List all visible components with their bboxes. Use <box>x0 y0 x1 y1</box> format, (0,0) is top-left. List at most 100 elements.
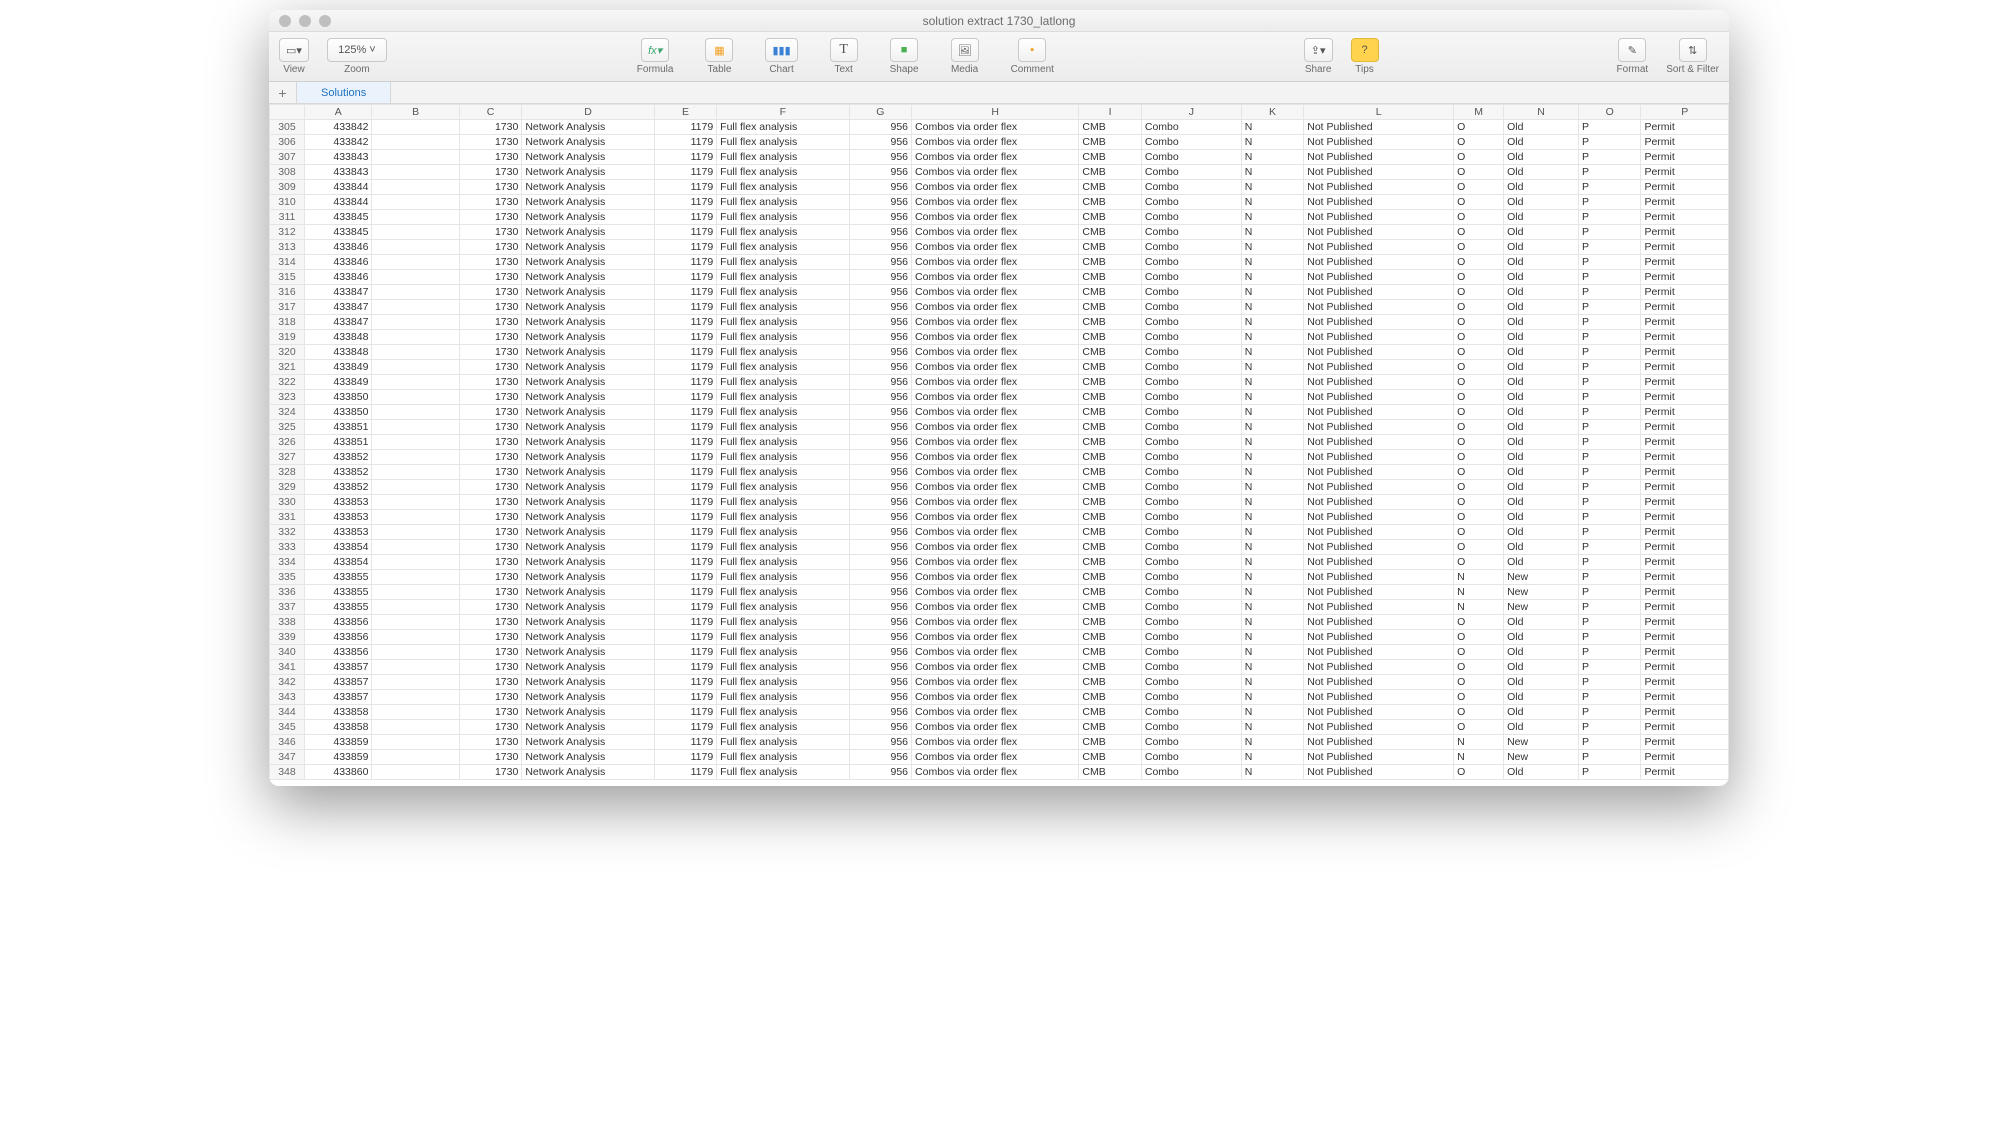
cell[interactable]: P <box>1579 330 1641 345</box>
cell[interactable]: Combo <box>1141 765 1241 780</box>
cell[interactable]: Network Analysis <box>522 705 654 720</box>
column-header-K[interactable]: K <box>1241 105 1303 120</box>
cell[interactable]: Combos via order flex <box>912 555 1079 570</box>
cell[interactable]: Not Published <box>1304 420 1454 435</box>
cell[interactable] <box>372 555 459 570</box>
close-window-icon[interactable] <box>279 15 291 27</box>
cell[interactable]: Permit <box>1641 705 1729 720</box>
cell[interactable]: Combo <box>1141 195 1241 210</box>
cell[interactable]: Not Published <box>1304 120 1454 135</box>
cell[interactable]: Combo <box>1141 645 1241 660</box>
cell[interactable]: 956 <box>849 120 911 135</box>
cell[interactable]: CMB <box>1079 615 1141 630</box>
cell[interactable]: O <box>1454 225 1504 240</box>
cell[interactable]: Not Published <box>1304 600 1454 615</box>
cell[interactable]: Old <box>1504 765 1579 780</box>
cell[interactable]: 1179 <box>654 465 716 480</box>
cell[interactable]: Full flex analysis <box>717 360 849 375</box>
cell[interactable]: Network Analysis <box>522 390 654 405</box>
cell[interactable]: Permit <box>1641 420 1729 435</box>
cell[interactable]: 433848 <box>304 330 371 345</box>
cell[interactable]: O <box>1454 315 1504 330</box>
cell[interactable]: Permit <box>1641 765 1729 780</box>
cell[interactable]: 956 <box>849 540 911 555</box>
cell[interactable]: Combo <box>1141 720 1241 735</box>
cell[interactable]: O <box>1454 360 1504 375</box>
cell[interactable]: Combos via order flex <box>912 300 1079 315</box>
cell[interactable] <box>372 180 459 195</box>
cell[interactable]: Old <box>1504 135 1579 150</box>
cell[interactable]: Combos via order flex <box>912 705 1079 720</box>
cell[interactable]: 1179 <box>654 240 716 255</box>
cell[interactable]: Network Analysis <box>522 540 654 555</box>
cell[interactable]: P <box>1579 255 1641 270</box>
cell[interactable]: CMB <box>1079 390 1141 405</box>
cell[interactable]: O <box>1454 210 1504 225</box>
cell[interactable]: Full flex analysis <box>717 735 849 750</box>
cell[interactable]: Permit <box>1641 345 1729 360</box>
cell[interactable]: 433856 <box>304 615 371 630</box>
cell[interactable]: P <box>1579 570 1641 585</box>
cell[interactable]: Permit <box>1641 720 1729 735</box>
cell[interactable]: Full flex analysis <box>717 765 849 780</box>
cell[interactable]: Network Analysis <box>522 150 654 165</box>
row-header[interactable]: 310 <box>270 195 305 210</box>
cell[interactable]: Old <box>1504 675 1579 690</box>
cell[interactable]: 1179 <box>654 600 716 615</box>
cell[interactable] <box>372 120 459 135</box>
cell[interactable]: N <box>1241 135 1303 150</box>
cell[interactable]: Not Published <box>1304 225 1454 240</box>
row-header[interactable]: 320 <box>270 345 305 360</box>
cell[interactable]: 1730 <box>459 600 521 615</box>
cell[interactable]: Combo <box>1141 360 1241 375</box>
cell[interactable]: Network Analysis <box>522 465 654 480</box>
cell[interactable]: Permit <box>1641 600 1729 615</box>
row-header[interactable]: 317 <box>270 300 305 315</box>
cell[interactable]: CMB <box>1079 225 1141 240</box>
cell[interactable]: 956 <box>849 390 911 405</box>
row-header[interactable]: 330 <box>270 495 305 510</box>
cell[interactable]: N <box>1241 525 1303 540</box>
cell[interactable]: 1179 <box>654 660 716 675</box>
cell[interactable]: Combos via order flex <box>912 525 1079 540</box>
cell[interactable]: O <box>1454 450 1504 465</box>
cell[interactable]: 1179 <box>654 525 716 540</box>
cell[interactable]: CMB <box>1079 300 1141 315</box>
cell[interactable]: Network Analysis <box>522 735 654 750</box>
cell[interactable]: 1179 <box>654 510 716 525</box>
cell[interactable]: 1730 <box>459 750 521 765</box>
cell[interactable]: N <box>1241 585 1303 600</box>
cell[interactable]: Permit <box>1641 120 1729 135</box>
column-header-A[interactable]: A <box>304 105 371 120</box>
cell[interactable]: Old <box>1504 420 1579 435</box>
row-header[interactable]: 307 <box>270 150 305 165</box>
cell[interactable]: N <box>1241 420 1303 435</box>
add-sheet-button[interactable]: + <box>269 82 297 103</box>
cell[interactable]: Not Published <box>1304 765 1454 780</box>
cell[interactable]: New <box>1504 570 1579 585</box>
row-header[interactable]: 313 <box>270 240 305 255</box>
cell[interactable]: Old <box>1504 540 1579 555</box>
cell[interactable]: P <box>1579 285 1641 300</box>
cell[interactable]: Not Published <box>1304 330 1454 345</box>
cell[interactable]: P <box>1579 375 1641 390</box>
cell[interactable]: 1730 <box>459 390 521 405</box>
cell[interactable]: 433849 <box>304 375 371 390</box>
cell[interactable]: 1730 <box>459 480 521 495</box>
cell[interactable]: 956 <box>849 765 911 780</box>
cell[interactable]: 1730 <box>459 270 521 285</box>
media-button[interactable]: 🖼 <box>951 38 979 62</box>
cell[interactable]: CMB <box>1079 330 1141 345</box>
cell[interactable]: 1179 <box>654 495 716 510</box>
cell[interactable]: 956 <box>849 255 911 270</box>
cell[interactable]: P <box>1579 180 1641 195</box>
cell[interactable]: Permit <box>1641 225 1729 240</box>
cell[interactable]: Old <box>1504 480 1579 495</box>
cell[interactable]: Not Published <box>1304 570 1454 585</box>
cell[interactable]: P <box>1579 240 1641 255</box>
cell[interactable]: Not Published <box>1304 465 1454 480</box>
cell[interactable]: Combos via order flex <box>912 165 1079 180</box>
cell[interactable]: 1179 <box>654 675 716 690</box>
cell[interactable]: New <box>1504 585 1579 600</box>
cell[interactable]: N <box>1241 555 1303 570</box>
